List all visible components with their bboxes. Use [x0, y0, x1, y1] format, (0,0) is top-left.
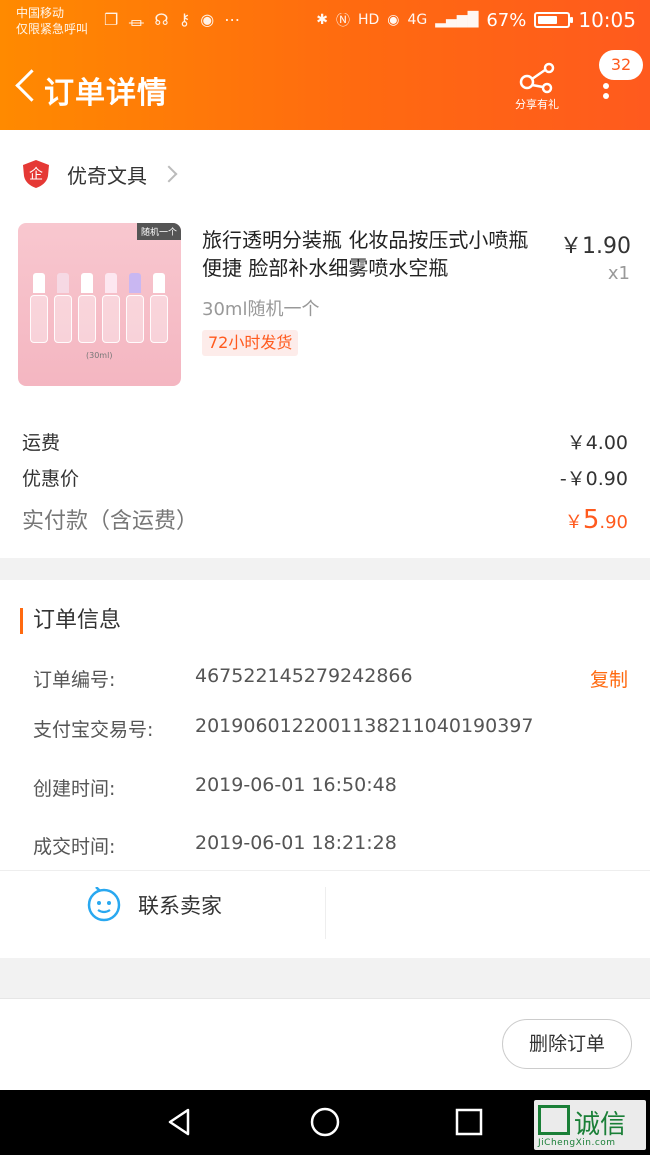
battery-icon [534, 12, 574, 28]
shipping-fee-value: ￥4.00 [566, 432, 628, 454]
nav-home-icon[interactable] [309, 1106, 341, 1138]
app-icon: ◉ [200, 10, 215, 29]
contact-seller-button[interactable]: 联系卖家 [0, 871, 325, 939]
eye-icon: ◉ [387, 12, 400, 28]
watermark-sub: JiChengXin.com [538, 1138, 616, 1148]
signal-icon: ▂▄▆█ [435, 12, 479, 28]
info-label: 支付宝交易号: [33, 719, 154, 741]
bottle-illustration [126, 273, 144, 343]
bluetooth-icon: ✱ [316, 12, 328, 28]
watermark-seal-icon [538, 1105, 570, 1135]
paid-amount-label: 实付款（含运费） [22, 509, 199, 534]
bottle-illustration [78, 273, 96, 343]
watermark-text: 诚信 [574, 1110, 627, 1140]
more-menu-button[interactable] [596, 80, 616, 110]
battery-fill [538, 16, 558, 24]
order-info-card: 订单信息 订单编号: 467522145279242866 复制 支付宝交易号:… [0, 580, 650, 958]
product-quantity: x1 [607, 263, 630, 284]
status-right: ✱ Ⓝ HD ◉ 4G ▂▄▆█ 67% 10:05 [316, 8, 636, 32]
order-product-card: 企 优奇文具 随机一个 (30ml) 旅行透明分装瓶 化妆品按压式小喷瓶便捷 脸… [0, 130, 650, 558]
discount-value: -￥0.90 [559, 468, 628, 490]
info-label: 成交时间: [33, 836, 116, 858]
shipping-fee-row: 运费 ￥4.00 [22, 428, 628, 455]
shield-char: 企 [29, 166, 43, 183]
more-dot-icon [603, 93, 609, 99]
discount-row: 优惠价 -￥0.90 [22, 464, 628, 491]
status-bar: 中国移动 仅限紧急呼叫 ❐ ⏛ ☊ ⚷ ◉ ⋯ ✱ Ⓝ HD ◉ 4G ▂▄▆█… [0, 0, 650, 44]
deal-time-value: 2019-06-01 18:21:28 [195, 832, 397, 854]
product-price: ￥1.90 [560, 234, 631, 259]
bottle-illustration [102, 273, 120, 343]
bottom-action-bar: 删除订单 [0, 998, 650, 1090]
back-chevron-icon[interactable] [10, 66, 42, 106]
order-number-value: 467522145279242866 [195, 665, 413, 687]
alipay-trade-value: 2019060122001138211040190397 [195, 715, 534, 737]
bottle-illustration [54, 273, 72, 343]
shop-name: 优奇文具 [67, 163, 147, 188]
enterprise-shield-icon: 企 [22, 159, 50, 189]
key-icon: ⚷ [178, 10, 191, 29]
carrier-info: 中国移动 仅限紧急呼叫 [16, 5, 88, 37]
more-dot-icon [603, 83, 609, 89]
share-button[interactable]: 分享有礼 [508, 62, 566, 116]
share-label: 分享有礼 [515, 98, 559, 111]
carrier-line1: 中国移动 [16, 6, 65, 20]
image-tag: 随机一个 [136, 223, 181, 240]
more-notifications-icon: ⋯ [224, 10, 241, 29]
paid-integer: 5 [582, 505, 600, 535]
image-caption: (30ml) [86, 351, 113, 360]
copy-button[interactable]: 复制 [590, 665, 628, 692]
paid-decimal: .90 [599, 512, 628, 533]
network-type: 4G [407, 12, 428, 28]
section-title: 订单信息 [20, 608, 121, 634]
copy-icon: ❐ [104, 10, 119, 29]
shop-row[interactable]: 企 优奇文具 [22, 156, 178, 192]
product-sku: 30ml随机一个 [202, 299, 320, 320]
bottle-illustration [150, 273, 168, 343]
pulse-icon: ⏛ [128, 14, 145, 33]
navbar: 订单详情 分享有礼 [0, 52, 650, 124]
system-nav-bar: 诚信 JiChengXin.com [0, 1090, 650, 1155]
watermark-logo: 诚信 JiChengXin.com [534, 1100, 646, 1150]
header-area: 中国移动 仅限紧急呼叫 ❐ ⏛ ☊ ⚷ ◉ ⋯ ✱ Ⓝ HD ◉ 4G ▂▄▆█… [0, 0, 650, 130]
delete-order-button[interactable]: 删除订单 [502, 1019, 632, 1069]
shipping-time-tag: 72小时发货 [202, 330, 299, 356]
notification-icons: ❐ ⏛ ☊ ⚷ ◉ ⋯ [104, 10, 240, 34]
share-icon [519, 62, 555, 94]
nfc-icon: Ⓝ [335, 13, 350, 29]
chevron-right-icon [160, 165, 178, 183]
carrier-line2: 仅限紧急呼叫 [16, 22, 89, 36]
divider [325, 887, 326, 939]
product-title[interactable]: 旅行透明分装瓶 化妆品按压式小喷瓶便捷 脸部补水细雾喷水空瓶 [202, 226, 538, 282]
clock: 10:05 [578, 8, 636, 32]
info-label: 创建时间: [33, 778, 116, 800]
paid-amount-row: 实付款（含运费） ￥5.90 [22, 503, 628, 535]
chat-face-icon [87, 887, 121, 922]
paid-amount-value: ￥5.90 [565, 505, 628, 535]
product-image[interactable]: 随机一个 (30ml) [18, 223, 181, 386]
contact-seller-label: 联系卖家 [138, 894, 222, 918]
info-label: 订单编号: [33, 669, 116, 691]
battery-percent: 67% [486, 9, 527, 31]
paid-currency: ￥ [564, 512, 583, 533]
nav-back-icon[interactable] [164, 1106, 196, 1138]
shipping-fee-label: 运费 [22, 432, 61, 454]
hd-icon: HD [357, 12, 380, 28]
headset-icon: ☊ [154, 10, 169, 29]
nav-recents-icon[interactable] [453, 1106, 485, 1138]
created-time-value: 2019-06-01 16:50:48 [195, 774, 397, 796]
discount-label: 优惠价 [22, 468, 80, 490]
message-count-badge[interactable]: 32 [599, 50, 643, 80]
bottle-illustration [30, 273, 48, 343]
page-title: 订单详情 [44, 76, 168, 111]
